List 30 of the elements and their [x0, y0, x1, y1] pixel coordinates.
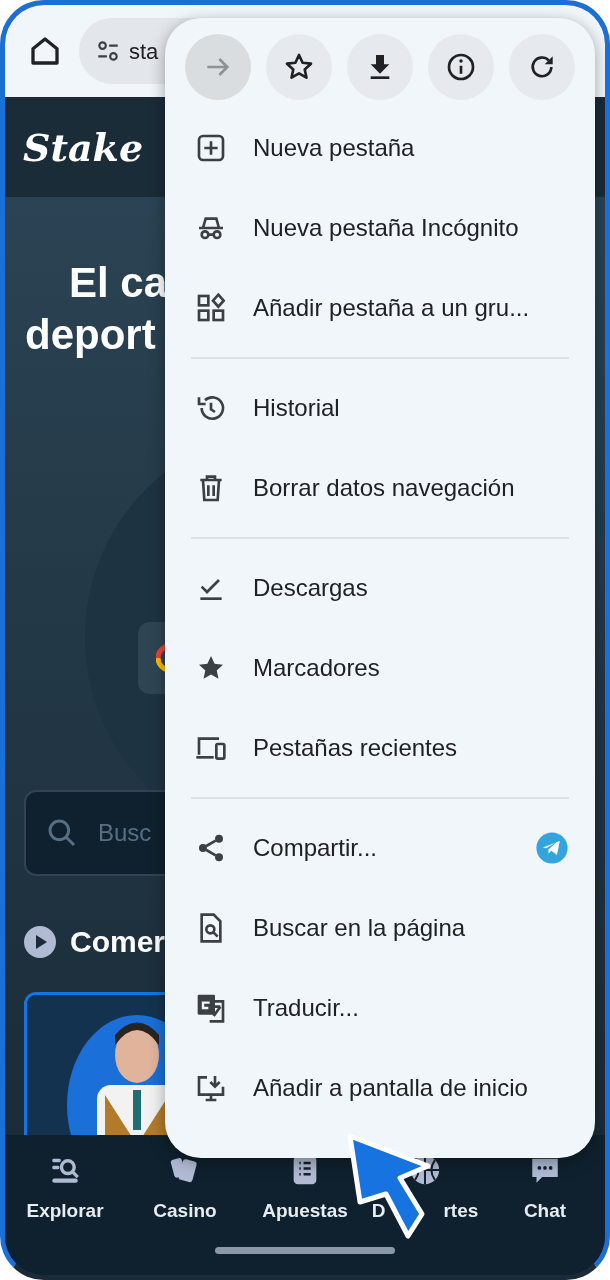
plus-icon [195, 132, 227, 164]
menu-item[interactable]: Añadir pestaña a un gru... [165, 268, 595, 348]
section-title: Comer [70, 924, 166, 960]
menu-item[interactable]: Nueva pestaña Incógnito [165, 188, 595, 268]
tune-icon[interactable] [95, 38, 121, 64]
menu-item[interactable]: Buscar en la página [165, 888, 595, 968]
menu-item[interactable]: Descargas [165, 548, 595, 628]
nav-tab[interactable]: rtes [443, 1197, 479, 1226]
paper-plane-icon[interactable] [535, 831, 569, 865]
info-icon [445, 51, 477, 83]
menu-item[interactable]: Traducir... [165, 968, 595, 1048]
nav-tab[interactable]: D [371, 1197, 386, 1226]
play-icon [24, 925, 56, 958]
nav-tab[interactable]: Apuestas [262, 1197, 348, 1226]
menu-item[interactable]: Marcadores [165, 628, 595, 708]
logo[interactable]: Stake [23, 118, 144, 176]
headline-text: deport [24, 310, 156, 360]
menu-item[interactable]: Pestañas recientes [165, 708, 595, 788]
nav-tab[interactable]: Explorar [26, 1197, 104, 1226]
nav-tab[interactable]: Chat [523, 1197, 567, 1226]
headline-text: El ca [68, 258, 168, 308]
menu-item[interactable]: Nueva pestaña [165, 108, 595, 188]
url-text[interactable]: sta [129, 34, 159, 68]
nav-tab[interactable]: Casino [153, 1197, 217, 1226]
search-icon [46, 817, 78, 849]
menu-item[interactable]: Historial [165, 368, 595, 448]
translate-icon [195, 992, 227, 1024]
grid-icon [195, 292, 227, 324]
menu-item[interactable]: Borrar datos navegación [165, 448, 595, 528]
menu-item[interactable]: Añadir a pantalla de inicio [165, 1048, 595, 1128]
